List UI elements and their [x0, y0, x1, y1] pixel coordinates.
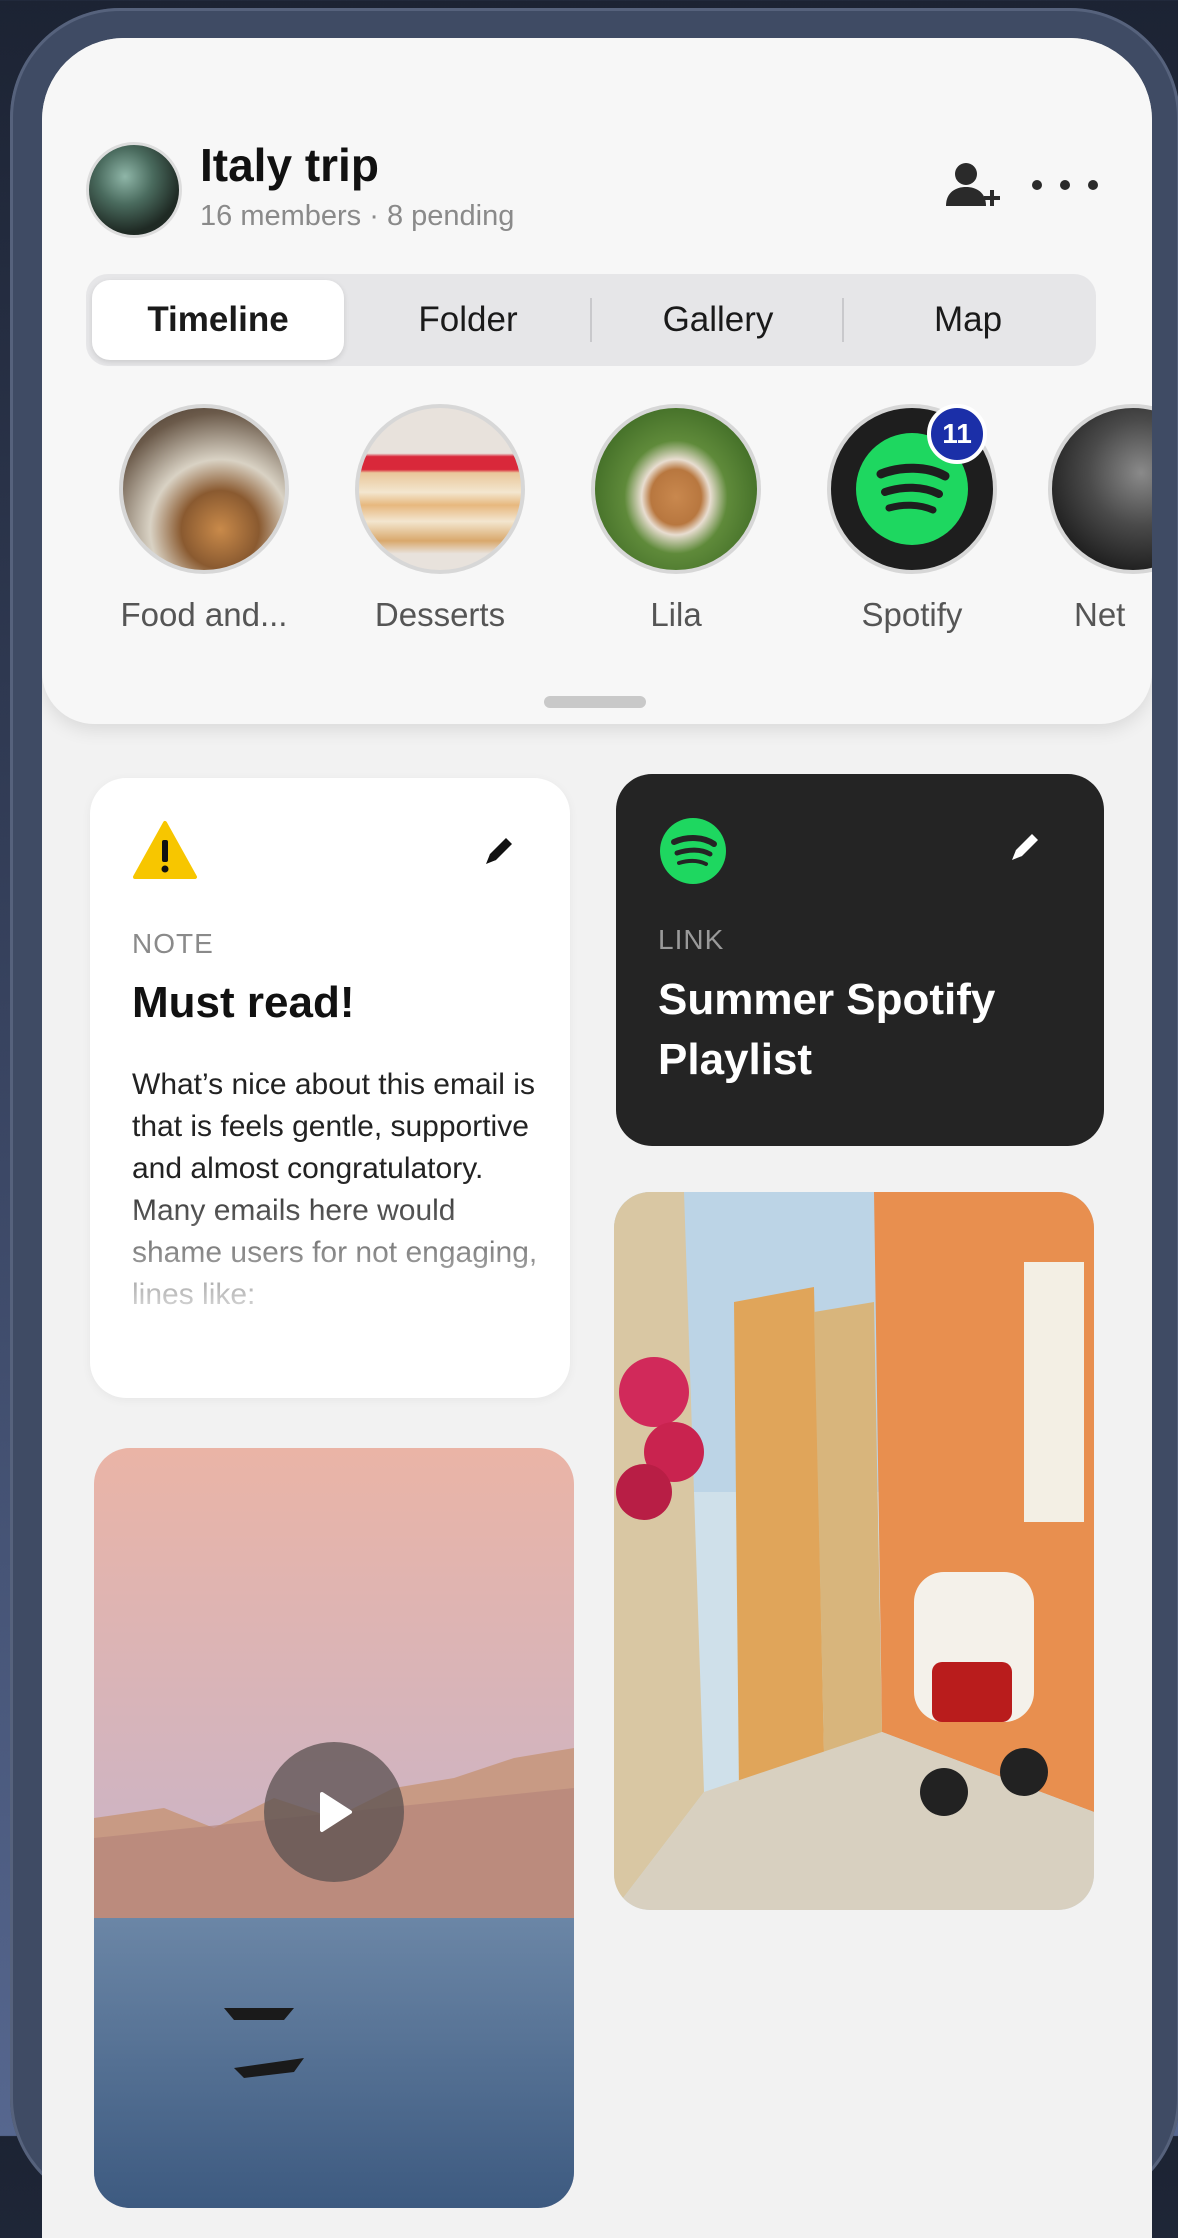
spotify-icon [660, 818, 726, 884]
story-thumbnail [591, 404, 761, 574]
story-thumbnail [1048, 404, 1152, 574]
story-food[interactable]: Food and... [104, 404, 304, 634]
note-body: What’s nice about this email is that is … [132, 1068, 538, 1311]
group-avatar[interactable] [86, 142, 182, 238]
note-card[interactable]: NOTE Must read! What’s nice about this e… [90, 778, 570, 1398]
add-member-icon[interactable] [942, 158, 1002, 218]
story-lila[interactable]: Lila [576, 404, 776, 634]
video-card-venice[interactable] [94, 1448, 574, 2208]
app-screen: Italy trip 16 members · 8 pending Timeli… [42, 38, 1152, 2238]
story-thumbnail [119, 404, 289, 574]
warning-icon [133, 821, 197, 879]
more-icon[interactable] [1032, 160, 1098, 210]
story-thumbnail [355, 404, 525, 574]
tab-gallery[interactable]: Gallery [592, 280, 844, 360]
card-type-label: NOTE [132, 928, 214, 959]
edit-icon[interactable] [480, 830, 520, 870]
note-title: Must read! [132, 978, 355, 1027]
tab-timeline[interactable]: Timeline [92, 280, 344, 360]
play-icon [320, 1792, 352, 1832]
photo-card-street[interactable] [614, 1192, 1094, 1910]
link-title: Summer Spotify Playlist [658, 975, 996, 1084]
group-members-count: 16 members · 8 pending [200, 200, 515, 232]
link-card[interactable]: LINK Summer Spotify Playlist [616, 774, 1104, 1146]
tab-map[interactable]: Map [842, 280, 1094, 360]
street-photo [614, 1192, 1094, 1910]
story-desserts[interactable]: Desserts [340, 404, 540, 634]
view-switcher: Timeline Folder Gallery Map [86, 274, 1096, 366]
story-label: Lila [650, 596, 702, 633]
notification-badge: 11 [927, 404, 987, 464]
group-header-sheet: Italy trip 16 members · 8 pending Timeli… [42, 38, 1152, 724]
story-label: Desserts [374, 596, 506, 633]
play-button[interactable] [264, 1742, 404, 1882]
story-label: Net [1074, 596, 1126, 633]
edit-icon[interactable] [1006, 826, 1046, 866]
story-label: Spotify [861, 596, 963, 633]
sheet-grabber[interactable] [544, 696, 646, 708]
card-type-label: LINK [658, 924, 725, 955]
tab-folder[interactable]: Folder [342, 280, 594, 360]
group-title: Italy trip [200, 139, 379, 191]
story-net[interactable]: Net [1048, 404, 1152, 634]
story-label: Food and... [120, 596, 288, 633]
